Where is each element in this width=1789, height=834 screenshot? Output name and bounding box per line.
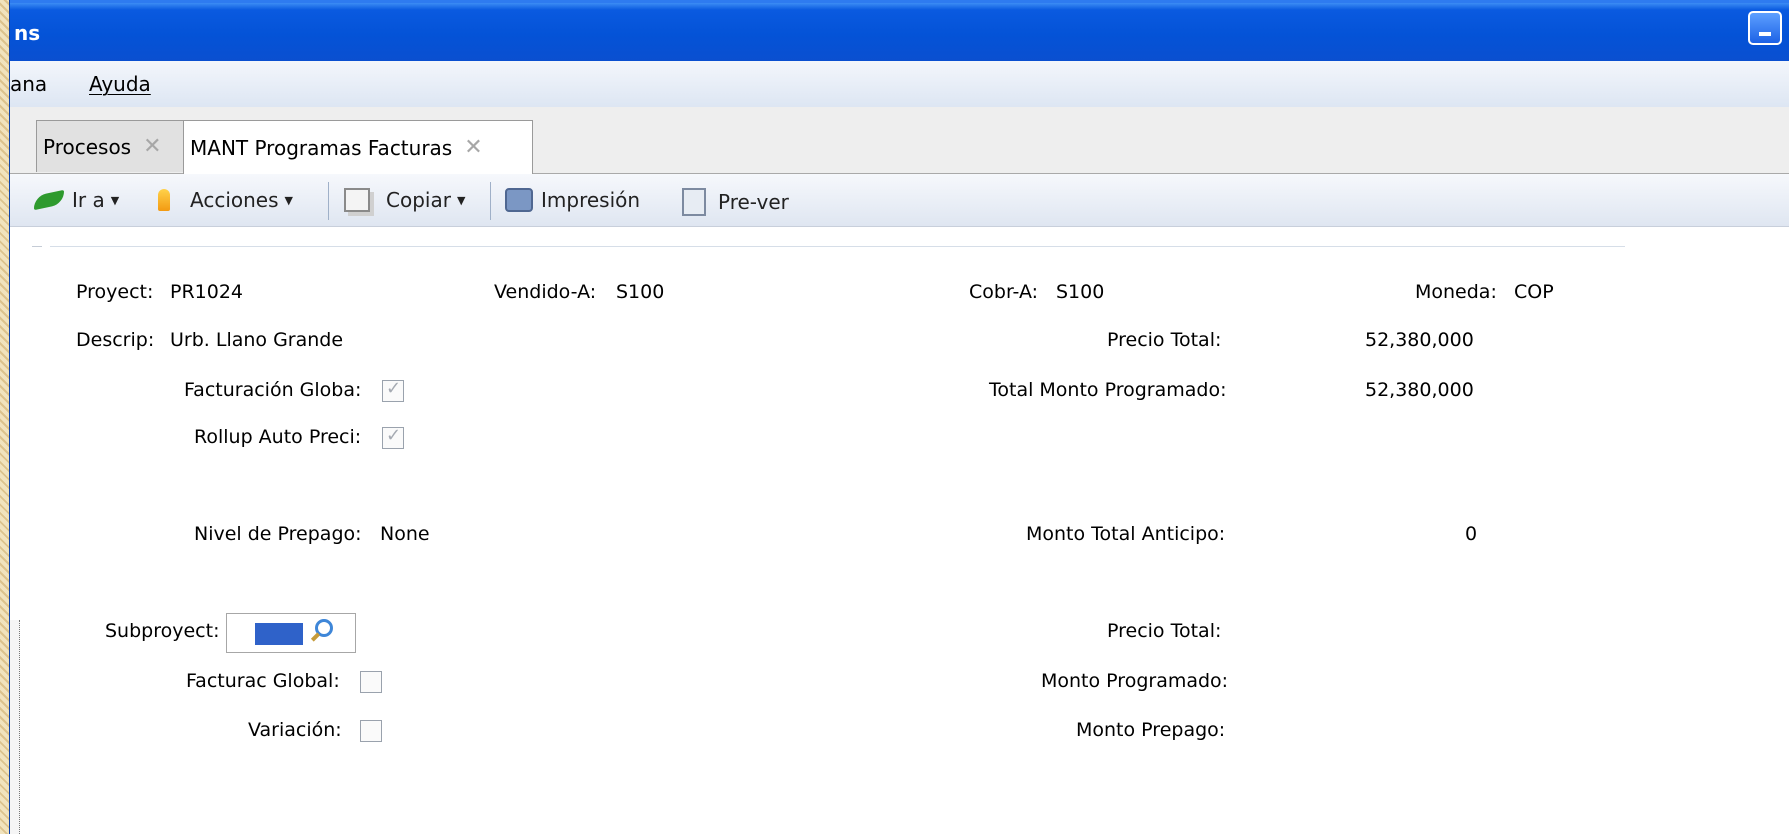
title-bar[interactable]: ns	[10, 0, 1789, 61]
subproyect-value-highlight	[255, 623, 303, 645]
cobr-a-value: S100	[1056, 281, 1105, 303]
descrip-value: Urb. Llano Grande	[170, 329, 344, 351]
total-monto-programado-label: Total Monto Programado:	[989, 379, 1227, 401]
subproyect-label: Subproyect:	[105, 620, 220, 642]
descrip-label: Descrip:	[76, 329, 155, 351]
close-icon[interactable]: ✕	[464, 135, 482, 160]
vendido-a-value: S100	[616, 281, 665, 303]
total-monto-programado-value: 52,380,000	[1365, 379, 1474, 401]
menu-item-ventana[interactable]: ana	[10, 72, 47, 96]
go-to-label: Ir a	[72, 188, 105, 212]
vendido-a-label: Vendido-A:	[494, 281, 597, 303]
copy-icon	[344, 188, 370, 212]
moneda-value: COP	[1514, 281, 1554, 303]
preview-label: Pre-ver	[718, 190, 789, 214]
arrow-icon	[34, 189, 64, 211]
proyect-label: Proyect:	[76, 281, 154, 303]
tab-label: MANT Programas Facturas	[190, 135, 453, 160]
monto-prepago-label: Monto Prepago:	[1076, 719, 1226, 741]
precio-total-label: Precio Total:	[1107, 329, 1222, 351]
precio-total-value: 52,380,000	[1365, 329, 1474, 351]
toolbar: Ir a ▼ Acciones ▼ Copiar ▼ Impresión Pre…	[10, 174, 1789, 227]
lightbulb-icon	[158, 189, 170, 211]
tab-procesos[interactable]: Procesos ✕	[36, 120, 194, 172]
preview-icon	[682, 188, 706, 216]
menu-item-ayuda[interactable]: Ayuda	[89, 72, 151, 96]
sub-precio-total-label: Precio Total:	[1107, 620, 1222, 642]
close-icon[interactable]: ✕	[143, 134, 161, 159]
cobr-a-label: Cobr-A:	[969, 281, 1039, 303]
facturacion-global-checkbox[interactable]	[382, 378, 404, 402]
splitter-handle[interactable]	[10, 620, 20, 834]
toolbar-separator	[490, 182, 491, 220]
proyect-value: PR1024	[170, 281, 244, 303]
divider	[32, 246, 42, 247]
chevron-down-icon: ▼	[110, 193, 120, 207]
rollup-auto-preci-checkbox[interactable]	[382, 425, 404, 449]
printer-icon	[505, 188, 533, 212]
toolbar-separator	[328, 182, 329, 220]
rollup-auto-preci-label: Rollup Auto Preci:	[194, 426, 362, 448]
moneda-label: Moneda:	[1415, 281, 1497, 303]
copy-label: Copiar	[386, 188, 451, 212]
facturacion-global-label: Facturación Globa:	[184, 379, 362, 401]
window-title: ns	[14, 21, 41, 45]
monto-total-anticipo-label: Monto Total Anticipo:	[1026, 523, 1226, 545]
divider	[50, 246, 1625, 247]
minimize-button[interactable]	[1748, 11, 1782, 45]
application-window: ns ana Ayuda Procesos ✕ MANT Programas F…	[9, 0, 1789, 834]
actions-label: Acciones	[190, 188, 279, 212]
print-label: Impresión	[541, 188, 641, 212]
preview-button[interactable]: Pre-ver	[682, 188, 789, 216]
facturac-global-checkbox[interactable]	[360, 671, 382, 693]
subproyect-field[interactable]	[226, 613, 356, 653]
monto-total-anticipo-value: 0	[1465, 523, 1478, 545]
tab-mant-programas-facturas[interactable]: MANT Programas Facturas ✕	[183, 120, 533, 174]
nivel-prepago-value: None	[380, 523, 430, 545]
variacion-checkbox[interactable]	[360, 720, 382, 742]
actions-button[interactable]: Acciones ▼	[158, 188, 293, 212]
menu-bar: ana Ayuda	[10, 61, 1789, 107]
print-button[interactable]: Impresión	[505, 188, 640, 212]
search-icon[interactable]	[315, 619, 333, 637]
form-panel: Proyect: PR1024 Vendido-A: S100 Cobr-A: …	[10, 227, 1789, 834]
go-to-button[interactable]: Ir a ▼	[34, 188, 119, 212]
tab-label: Procesos	[43, 134, 132, 159]
variacion-label: Variación:	[248, 719, 342, 741]
tab-strip: Procesos ✕ MANT Programas Facturas ✕	[10, 107, 1789, 174]
monto-programado-label: Monto Programado:	[1041, 670, 1229, 692]
copy-button[interactable]: Copiar ▼	[344, 188, 465, 212]
chevron-down-icon: ▼	[284, 193, 293, 207]
chevron-down-icon: ▼	[456, 193, 466, 207]
facturac-global-label: Facturac Global:	[186, 670, 340, 692]
nivel-prepago-label: Nivel de Prepago:	[194, 523, 362, 545]
